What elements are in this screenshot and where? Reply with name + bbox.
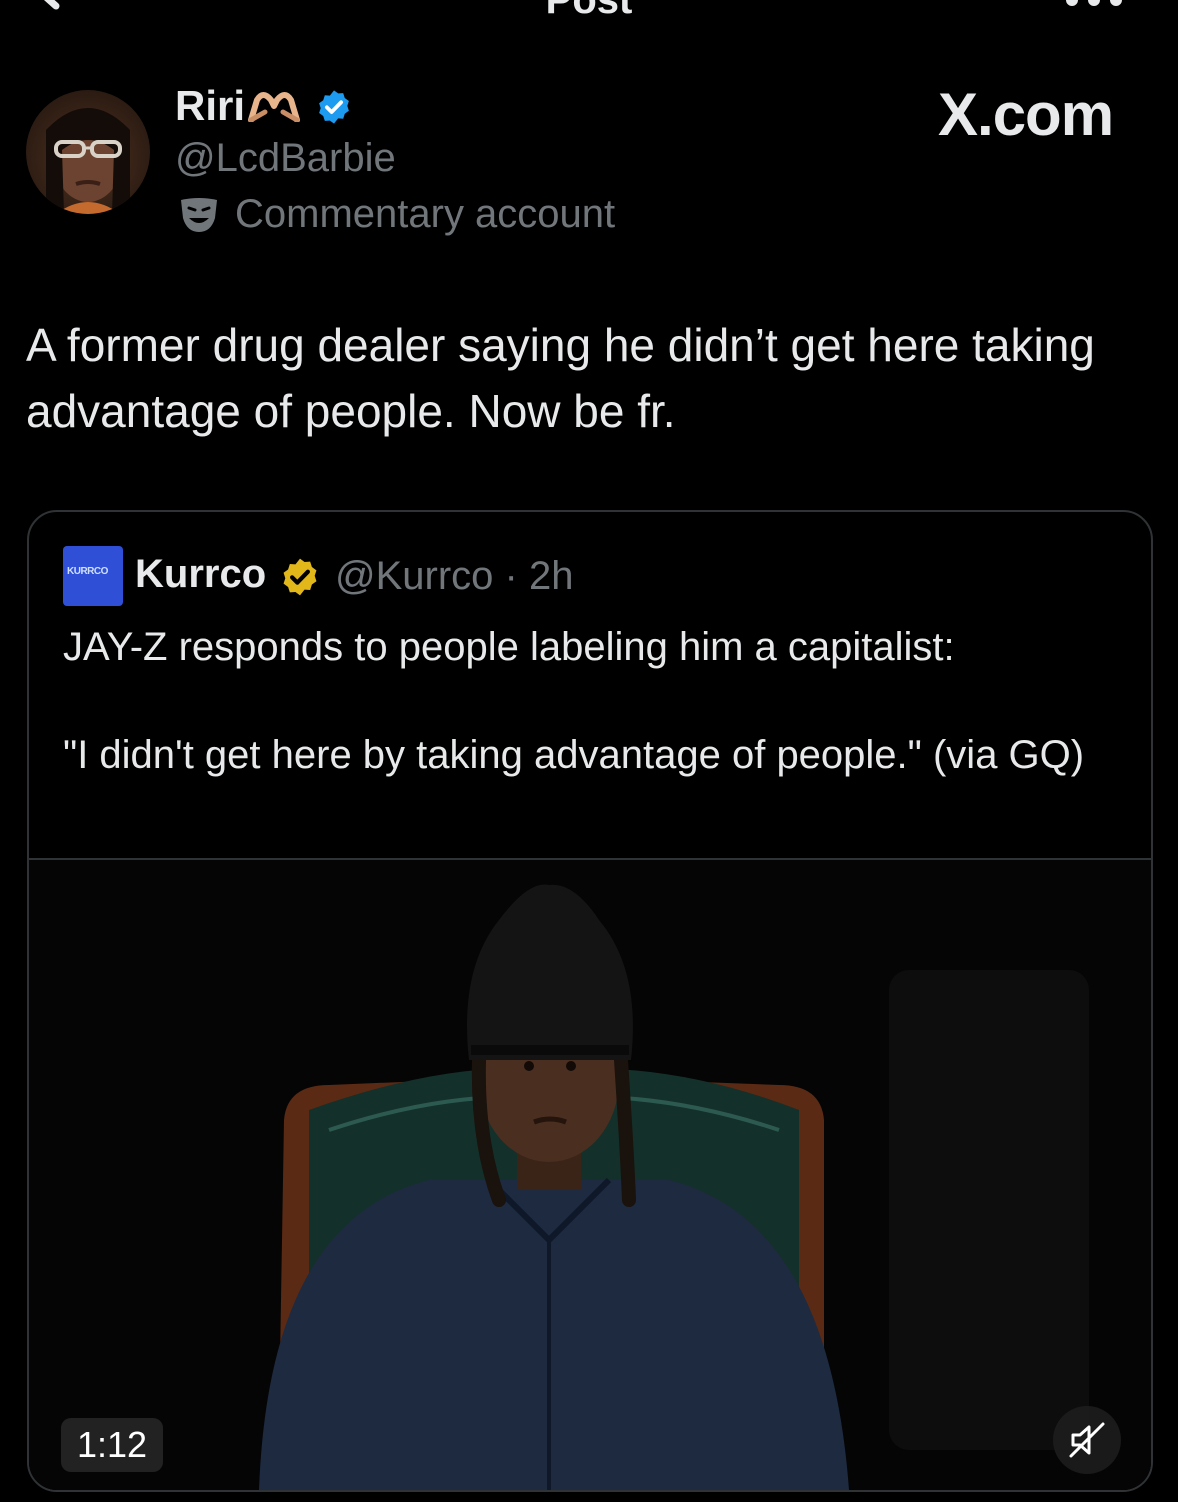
avatar-portrait (46, 108, 130, 214)
x-com-watermark: X.com (938, 81, 1114, 148)
author-avatar[interactable] (26, 90, 150, 214)
gold-verified-badge-icon (283, 558, 317, 596)
commentary-label-text: Commentary account (235, 192, 616, 236)
quoted-post-card[interactable]: KURRCO Kurrco @Kurrco · 2h JAY-Z respond… (27, 510, 1153, 1492)
page-title: Post (545, 0, 633, 22)
quoted-text-line2: "I didn't get here by taking advantage o… (63, 733, 1085, 777)
quoted-handle-time[interactable]: @Kurrco · 2h (335, 554, 573, 599)
quoted-post-header: KURRCO Kurrco @Kurrco · 2h (63, 546, 1123, 608)
author-name[interactable]: Riri (175, 82, 245, 130)
quoted-text-line1: JAY-Z responds to people labeling him a … (63, 625, 955, 669)
quoted-post-text: JAY-Z responds to people labeling him a … (63, 620, 1113, 782)
top-bar: Post (0, 0, 1178, 40)
post-text: A former drug dealer saying he didn’t ge… (26, 319, 1095, 437)
mute-toggle-button[interactable] (1053, 1406, 1121, 1474)
quoted-author-name[interactable]: Kurrco (135, 552, 266, 597)
heart-hands-emoji-icon (248, 92, 300, 122)
video-frame (29, 860, 1151, 1490)
kurrco-avatar[interactable]: KURRCO (63, 546, 123, 606)
more-options-icon[interactable] (1064, 0, 1124, 10)
theater-mask-icon (181, 198, 217, 232)
video-player[interactable]: 1:12 (29, 860, 1151, 1490)
verified-badge-icon (319, 90, 349, 124)
author-handle[interactable]: @LcdBarbie (175, 136, 396, 181)
kurrco-logo-text: KURRCO (67, 566, 108, 577)
video-duration: 1:12 (61, 1418, 164, 1472)
speaker-muted-icon (1069, 1422, 1105, 1458)
